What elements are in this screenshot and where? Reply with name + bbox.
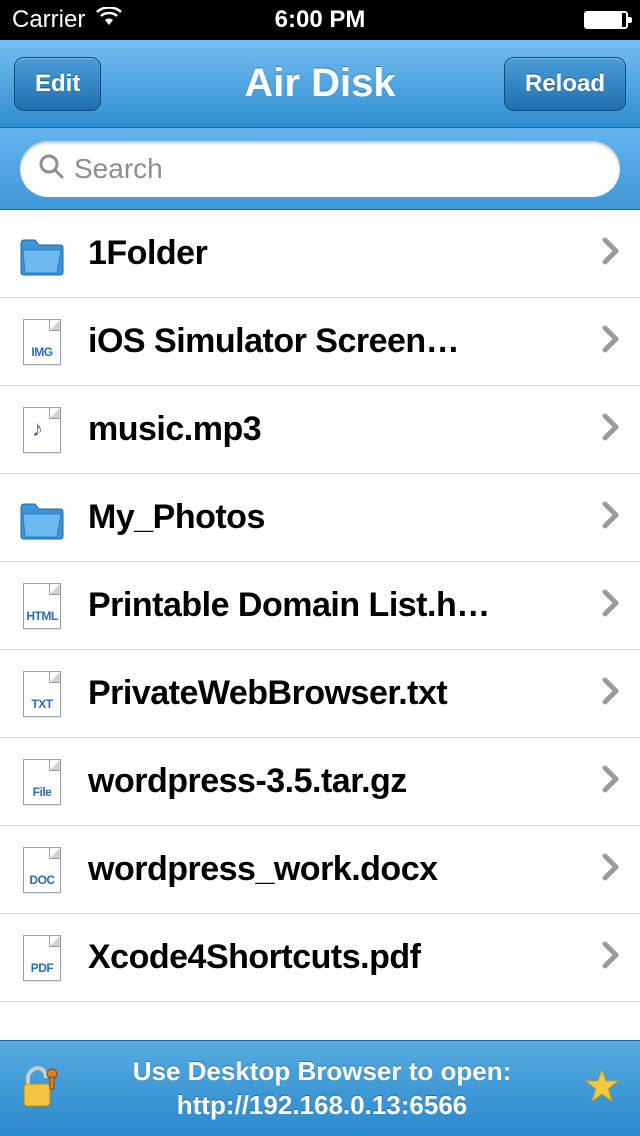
file-row[interactable]: TXT PrivateWebBrowser.txt — [0, 650, 640, 738]
page-title: Air Disk — [244, 61, 395, 106]
file-file-icon: File — [18, 758, 66, 806]
file-type-tag: HTML — [26, 609, 58, 623]
bottom-line1: Use Desktop Browser to open: — [133, 1056, 512, 1086]
pdf-file-icon: PDF — [18, 934, 66, 982]
file-row[interactable]: My_Photos — [0, 474, 640, 562]
file-row[interactable]: File wordpress-3.5.tar.gz — [0, 738, 640, 826]
reload-button[interactable]: Reload — [504, 57, 626, 111]
file-name-label: iOS Simulator Screen… — [88, 322, 580, 361]
file-row[interactable]: IMG iOS Simulator Screen… — [0, 298, 640, 386]
file-row[interactable]: DOC wordpress_work.docx — [0, 826, 640, 914]
search-input[interactable] — [74, 153, 602, 185]
chevron-right-icon — [602, 325, 620, 358]
chevron-right-icon — [602, 501, 620, 534]
chevron-right-icon — [602, 237, 620, 270]
bottom-bar: Use Desktop Browser to open: http://192.… — [0, 1040, 640, 1136]
file-name-label: music.mp3 — [88, 410, 580, 449]
audio-file-icon: ♪ — [18, 406, 66, 454]
bottom-instruction: Use Desktop Browser to open: http://192.… — [80, 1055, 564, 1123]
file-row[interactable]: PDF Xcode4Shortcuts.pdf — [0, 914, 640, 1002]
chevron-right-icon — [602, 765, 620, 798]
folder-icon — [18, 230, 66, 278]
file-name-label: PrivateWebBrowser.txt — [88, 674, 580, 713]
file-name-label: wordpress_work.docx — [88, 850, 580, 889]
nav-bar: Edit Air Disk Reload — [0, 40, 640, 128]
search-icon — [38, 153, 64, 184]
status-time: 6:00 PM — [275, 6, 366, 34]
wifi-icon — [95, 6, 123, 34]
html-file-icon: HTML — [18, 582, 66, 630]
folder-icon — [18, 494, 66, 542]
file-type-tag: PDF — [26, 961, 58, 975]
search-bar — [0, 128, 640, 210]
txt-file-icon: TXT — [18, 670, 66, 718]
edit-button[interactable]: Edit — [14, 57, 101, 111]
file-list: 1Folder IMG iOS Simulator Screen… ♪ music.mp… — [0, 210, 640, 1002]
file-name-label: wordpress-3.5.tar.gz — [88, 762, 580, 801]
file-row[interactable]: HTML Printable Domain List.h… — [0, 562, 640, 650]
img-file-icon: IMG — [18, 318, 66, 366]
file-name-label: 1Folder — [88, 234, 580, 273]
lock-icon[interactable] — [20, 1064, 60, 1113]
file-name-label: My_Photos — [88, 498, 580, 537]
chevron-right-icon — [602, 853, 620, 886]
file-type-tag: IMG — [26, 345, 58, 359]
star-icon[interactable] — [584, 1068, 620, 1109]
battery-icon — [584, 11, 628, 29]
chevron-right-icon — [602, 941, 620, 974]
carrier-label: Carrier — [12, 6, 85, 34]
bottom-line2: http://192.168.0.13:6566 — [80, 1089, 564, 1123]
doc-file-icon: DOC — [18, 846, 66, 894]
file-row[interactable]: 1Folder — [0, 210, 640, 298]
file-type-tag: TXT — [26, 697, 58, 711]
file-name-label: Xcode4Shortcuts.pdf — [88, 938, 580, 977]
status-bar: Carrier 6:00 PM — [0, 0, 640, 40]
file-type-tag: File — [26, 785, 58, 799]
chevron-right-icon — [602, 677, 620, 710]
file-row[interactable]: ♪ music.mp3 — [0, 386, 640, 474]
chevron-right-icon — [602, 589, 620, 622]
chevron-right-icon — [602, 413, 620, 446]
file-name-label: Printable Domain List.h… — [88, 586, 580, 625]
file-type-tag: DOC — [26, 873, 58, 887]
